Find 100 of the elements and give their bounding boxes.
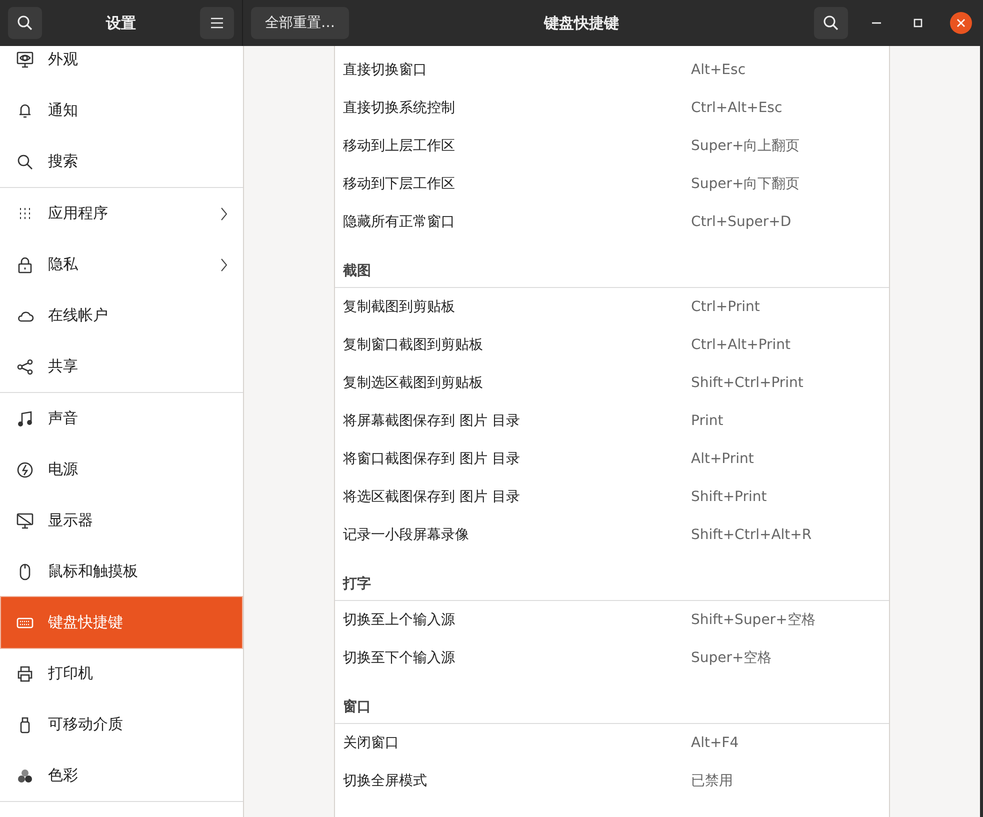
shortcut-row[interactable]: 记录一小段屏幕录像 Shift+Ctrl+Alt+R [335, 516, 889, 554]
sidebar-item[interactable]: 显示器 [1, 495, 242, 546]
action-label: 将屏幕截图保存到 图片 目录 [343, 412, 521, 430]
search-button[interactable] [8, 7, 42, 39]
section-heading: 窗口 [335, 677, 889, 724]
window-title: 键盘快捷键 [542, 14, 620, 32]
sidebar-item[interactable]: 电源 [1, 444, 242, 495]
action-label: 直接切换窗口 [343, 61, 428, 79]
sidebar-label: 搜索 [48, 152, 79, 171]
action-label: 复制窗口截图到剪贴板 [343, 336, 484, 354]
sidebar-item[interactable]: 鼠标和触摸板 [1, 546, 242, 597]
action-label: 移动到上层工作区 [343, 137, 456, 155]
maximize-icon [912, 17, 924, 29]
action-label: 切换全屏模式 [343, 772, 428, 790]
shortcut-row[interactable]: 切换至上个输入源 Shift+Super+空格 [335, 601, 889, 639]
shortcut-row[interactable]: 直接切换系统控制 Ctrl+Alt+Esc [335, 89, 889, 127]
settings-title: 设置 [106, 14, 136, 32]
shortcut-label: 已禁用 [691, 772, 733, 790]
shortcut-label: Super+空格 [691, 649, 772, 667]
minimize-icon [872, 22, 880, 24]
shortcut-row[interactable]: 复制选区截图到剪贴板 Shift+Ctrl+Print [335, 364, 889, 402]
shortcut-row[interactable]: 关闭窗口 Alt+F4 [335, 724, 889, 762]
sidebar-label: 外观 [48, 50, 79, 69]
shortcut-row[interactable]: 切换全屏模式 已禁用 [335, 762, 889, 800]
sidebar-label: 电源 [48, 460, 79, 479]
shortcut-label: Alt+F4 [691, 735, 739, 751]
sidebar-item[interactable]: 在线帐户 [1, 290, 242, 341]
shortcut-row[interactable]: 直接切换窗口 Alt+Esc [335, 51, 889, 89]
sidebar-label: 应用程序 [48, 204, 109, 223]
color-icon [16, 766, 34, 784]
shortcut-row[interactable]: 切换至下个输入源 Super+空格 [335, 639, 889, 677]
shortcut-row[interactable]: 将屏幕截图保存到 图片 目录 Print [335, 402, 889, 440]
shortcut-label: Ctrl+Print [691, 299, 760, 315]
printer-icon [16, 664, 34, 682]
shortcut-row[interactable]: 移动到下层工作区 Super+向下翻页 [335, 165, 889, 203]
sidebar-label: 色彩 [48, 766, 79, 785]
lock-icon [16, 256, 34, 274]
sidebar-item[interactable]: 键盘快捷键 [1, 597, 242, 648]
action-label: 复制截图到剪贴板 [343, 298, 456, 316]
chevron-icon [220, 258, 228, 272]
search-icon [17, 15, 33, 31]
shortcut-label: Print [691, 413, 724, 429]
section-heading: 打字 [335, 554, 889, 601]
action-label: 直接切换系统控制 [343, 99, 456, 117]
shortcut-label: Ctrl+Super+D [691, 214, 792, 230]
menu-button[interactable] [200, 7, 234, 39]
shortcut-row[interactable]: 复制截图到剪贴板 Ctrl+Print [335, 288, 889, 326]
sidebar-item[interactable]: 隐私 [1, 239, 242, 290]
action-label: 切换至下个输入源 [343, 649, 456, 667]
menu-icon [210, 17, 224, 29]
section-heading: 截图 [335, 241, 889, 288]
sidebar-item[interactable]: 共享 [1, 341, 242, 392]
sidebar-item[interactable]: 通知 [1, 85, 242, 136]
sidebar-label: 显示器 [48, 511, 94, 530]
reset-all-button[interactable]: 全部重置… [251, 7, 349, 39]
sidebar-label: 在线帐户 [48, 306, 109, 325]
shortcut-row[interactable]: 移动到上层工作区 Super+向上翻页 [335, 127, 889, 165]
sidebar-label: 打印机 [48, 664, 94, 683]
sidebar-item[interactable]: 色彩 [1, 750, 242, 801]
action-label: 切换至上个输入源 [343, 611, 456, 629]
sidebar-label: 通知 [48, 101, 79, 120]
sidebar-item[interactable]: 外观 [1, 46, 242, 85]
action-label: 关闭窗口 [343, 734, 400, 752]
search-button[interactable] [814, 7, 848, 39]
action-label: 移动到下层工作区 [343, 175, 456, 193]
shortcut-label: Ctrl+Alt+Esc [691, 100, 782, 116]
appearance-icon [16, 50, 34, 68]
shortcut-label: Ctrl+Alt+Print [691, 337, 791, 353]
action-label: 记录一小段屏幕录像 [343, 526, 470, 544]
shortcut-row[interactable]: 复制窗口截图到剪贴板 Ctrl+Alt+Print [335, 326, 889, 364]
display-icon [16, 512, 34, 530]
shortcut-row[interactable]: 隐藏所有正常窗口 Ctrl+Super+D [335, 203, 889, 241]
shortcut-label: Shift+Print [691, 489, 767, 505]
sidebar-label: 可移动介质 [48, 715, 124, 734]
shortcut-label: Shift+Super+空格 [691, 611, 816, 629]
action-label: 隐藏所有正常窗口 [343, 213, 456, 231]
share-icon [16, 358, 34, 376]
shortcut-label: Alt+Print [691, 451, 754, 467]
chevron-icon [220, 206, 228, 220]
close-button[interactable] [950, 12, 972, 34]
sidebar-label: 共享 [48, 357, 79, 376]
sidebar-label: 隐私 [48, 255, 79, 274]
power-icon [16, 460, 34, 478]
search-icon [823, 15, 839, 31]
sidebar-item[interactable]: 声音 [1, 393, 242, 444]
action-label: 将窗口截图保存到 图片 目录 [343, 450, 521, 468]
sidebar-label: 键盘快捷键 [48, 613, 124, 632]
sidebar-item[interactable]: 搜索 [1, 136, 242, 187]
shortcut-row[interactable]: 将选区截图保存到 图片 目录 Shift+Print [335, 478, 889, 516]
shortcut-label: Shift+Ctrl+Print [691, 375, 804, 391]
sidebar-item[interactable]: 可移动介质 [1, 699, 242, 750]
shortcut-label: Shift+Ctrl+Alt+R [691, 527, 812, 543]
shortcut-label: Super+向下翻页 [691, 175, 800, 193]
close-icon [956, 18, 966, 28]
sidebar-label: 声音 [48, 409, 79, 428]
sidebar-item[interactable]: 应用程序 [1, 188, 242, 239]
shortcut-row[interactable]: 将窗口截图保存到 图片 目录 Alt+Print [335, 440, 889, 478]
shortcut-label: Alt+Esc [691, 62, 746, 78]
note-icon [16, 410, 34, 428]
sidebar-item[interactable]: 打印机 [1, 648, 242, 699]
